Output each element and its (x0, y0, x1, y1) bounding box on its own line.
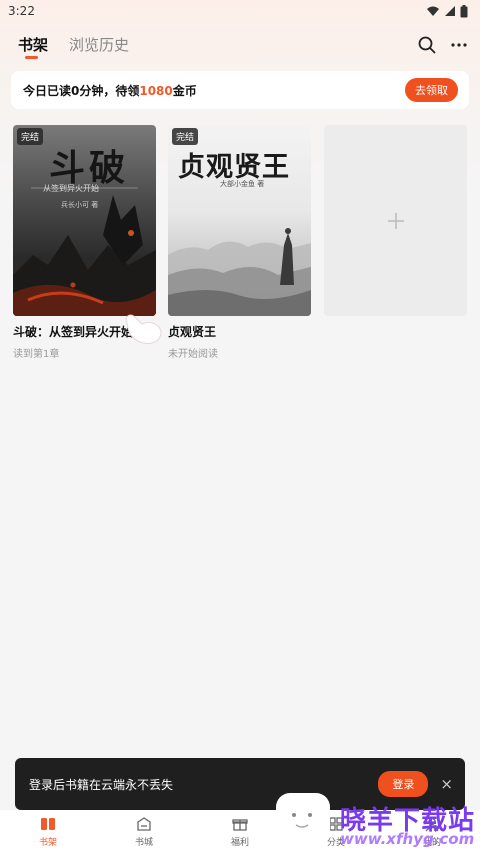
nav-item-welfare[interactable]: 福利 (192, 810, 288, 854)
wifi-icon (427, 6, 439, 16)
status-bar: 3:22 (0, 0, 480, 22)
search-icon[interactable] (418, 36, 436, 54)
book-cover[interactable]: 完结 贞观贤王 大部小金鱼 著 (168, 125, 311, 316)
bookshelf-icon (41, 818, 55, 830)
login-button[interactable]: 登录 (378, 771, 429, 797)
reading-reward-banner: 今日已读0分钟，待领1080金币 去领取 (11, 71, 469, 109)
header-actions (418, 36, 468, 54)
book-card[interactable]: 完结 贞观贤王 大部小金鱼 著 贞观贤王 未开始阅读 (168, 125, 311, 360)
cover-author: 大部小金鱼 著 (220, 180, 265, 188)
nav-item-bookshelf[interactable]: 书架 (0, 810, 96, 854)
plus-icon (387, 212, 404, 229)
bookstore-icon (137, 817, 151, 831)
book-progress: 未开始阅读 (168, 349, 218, 360)
gift-icon (232, 819, 248, 831)
mascot-image (276, 793, 330, 845)
book-cover[interactable]: 完结 斗破 从签到异火开始 兵长小可 著 (13, 125, 156, 316)
pointer-hand-icon (125, 314, 162, 345)
login-prompt-text: 登录后书籍在云端永不丢失 (29, 777, 174, 792)
book-progress: 读到第1章 (13, 349, 60, 360)
cover-author: 兵长小可 著 (61, 201, 99, 209)
reading-reward-text: 今日已读0分钟，待领1080金币 (23, 83, 197, 98)
top-header: 书架 浏览历史 (0, 28, 480, 64)
cover-subtitle: 从签到异火开始 (43, 184, 99, 193)
nav-label: 书架 (38, 838, 57, 848)
status-icons (426, 4, 468, 18)
coin-amount: 1080 (139, 83, 173, 98)
completed-badge: 完结 (17, 128, 44, 145)
claim-button[interactable]: 去领取 (405, 78, 458, 102)
signal-icon (445, 6, 455, 16)
completed-badge: 完结 (172, 128, 199, 145)
nav-label: 福利 (230, 838, 249, 848)
nav-label: 书城 (134, 838, 153, 848)
tab-bookshelf[interactable]: 书架 (18, 34, 48, 55)
book-title[interactable]: 贞观贤王 (168, 323, 311, 340)
watermark-url: www.xfhyg.com (340, 830, 475, 848)
status-time: 3:22 (8, 4, 35, 18)
active-tab-indicator (25, 56, 38, 59)
add-book-card[interactable] (324, 125, 467, 316)
close-icon[interactable]: × (440, 775, 453, 793)
watermark-logo: 晓羊下载站 www.xfhyg.com (336, 800, 476, 854)
tab-browse-history[interactable]: 浏览历史 (69, 34, 129, 55)
nav-item-bookstore[interactable]: 书城 (96, 810, 192, 854)
more-icon[interactable] (450, 36, 468, 54)
battery-icon (460, 4, 468, 17)
